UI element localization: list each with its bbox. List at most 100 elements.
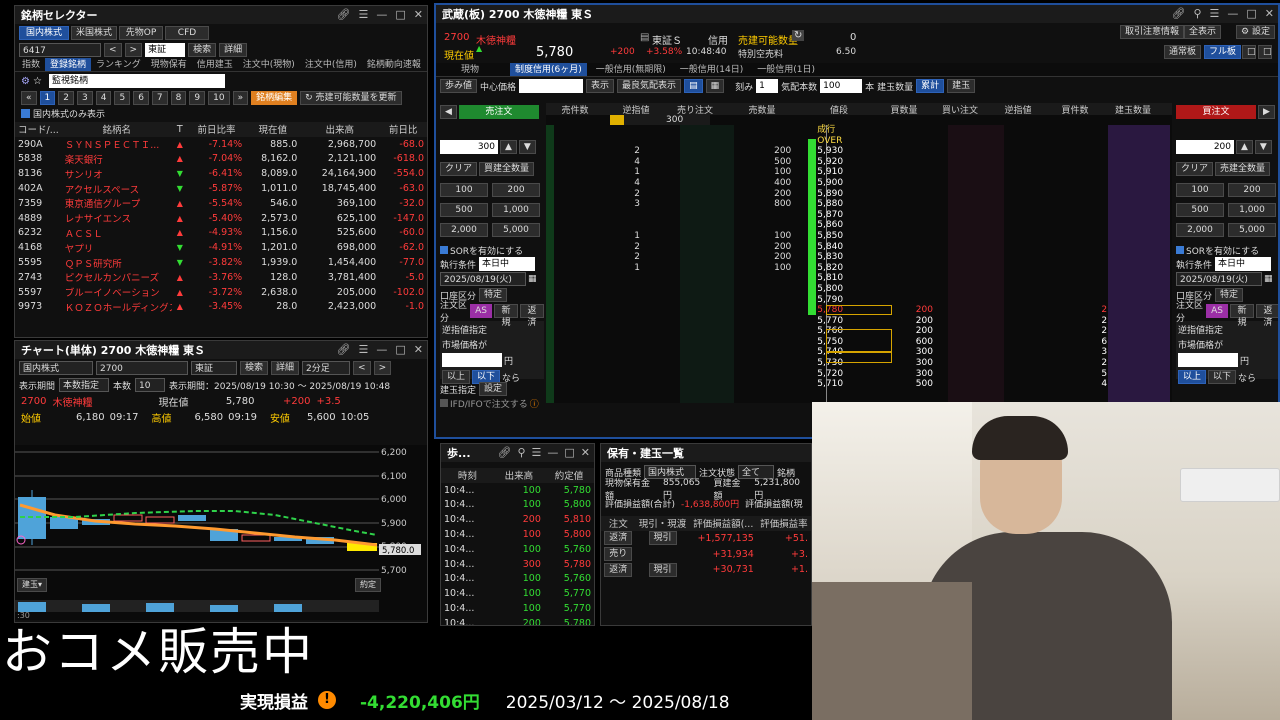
col-name[interactable]: 銘柄名 bbox=[61, 122, 172, 137]
chart-market-select[interactable]: 国内株式 bbox=[19, 361, 93, 375]
subtab-index[interactable]: 指数 bbox=[17, 58, 45, 71]
col-rate[interactable]: 前日比率 bbox=[187, 122, 246, 137]
sell-lot-200[interactable]: 200 bbox=[492, 183, 540, 197]
subtab-cash-holding[interactable]: 現物保有 bbox=[146, 58, 192, 71]
page-8[interactable]: 8 bbox=[170, 91, 187, 105]
table-row[interactable]: 4168 ヤプリ ▼ -4.91% 1,201.0 698,000 -62.0 bbox=[15, 240, 427, 255]
page-last[interactable]: » bbox=[232, 91, 249, 105]
table-row[interactable]: 8136 サンリオ ▼ -6.41% 8,089.0 24,164,900 -5… bbox=[15, 166, 427, 181]
buy-clear-button[interactable]: クリア bbox=[1176, 162, 1214, 176]
table-row[interactable]: 5595 ＱＰＳ研究所 ▼ -3.82% 1,939.0 1,454,400 -… bbox=[15, 255, 427, 270]
holding-row[interactable]: 返済 現引 +30,731 +1. bbox=[601, 562, 811, 578]
buy-date-input[interactable]: 2025/08/19(火) bbox=[1176, 272, 1262, 286]
maximize-icon[interactable]: □ bbox=[564, 446, 574, 459]
ask-row[interactable]: 2 200 5,830 bbox=[546, 252, 1172, 263]
ask-row[interactable]: 4 500 5,920 bbox=[546, 157, 1172, 168]
ask-row[interactable]: 1 100 5,820 bbox=[546, 263, 1172, 274]
sell-close-button[interactable]: 返済 bbox=[519, 304, 544, 328]
tab-margin-6m[interactable]: 制度信用(6ヶ月) bbox=[510, 63, 587, 76]
display-button[interactable]: 表示 bbox=[586, 79, 615, 93]
link-icon[interactable]: 🔗︎ bbox=[1171, 7, 1185, 20]
buy-new-button[interactable]: 新規 bbox=[1229, 304, 1254, 328]
col-price[interactable]: 現在値 bbox=[245, 122, 301, 137]
subtab-pending-cash[interactable]: 注文中(現物) bbox=[238, 58, 300, 71]
position-toggle-button[interactable]: 建玉▾ bbox=[17, 578, 48, 592]
holding-row[interactable]: 売り +31,934 +3. bbox=[601, 546, 811, 563]
ask-row[interactable]: 5,860 bbox=[546, 220, 1172, 231]
holding-action-button[interactable]: 返済 bbox=[604, 531, 633, 546]
bid-row[interactable]: 5,720 300 5 bbox=[546, 369, 1172, 380]
ask-row[interactable]: OVER bbox=[546, 136, 1172, 147]
close-icon[interactable]: ✕ bbox=[414, 8, 423, 21]
subtab-ranking[interactable]: ランキング bbox=[91, 58, 146, 71]
buy-lot-100[interactable]: 100 bbox=[1176, 183, 1224, 197]
col-change[interactable]: 前日比 bbox=[379, 122, 427, 137]
sell-qty-up[interactable]: ▲ bbox=[500, 140, 517, 154]
gear-icon[interactable]: ⚙ bbox=[21, 76, 30, 87]
ifdo-checkbox[interactable] bbox=[440, 399, 448, 407]
page-5[interactable]: 5 bbox=[114, 91, 131, 105]
buy-stop-input[interactable] bbox=[1178, 353, 1238, 367]
page-10[interactable]: 10 bbox=[208, 91, 230, 105]
full-board-button[interactable]: フル板 bbox=[1204, 45, 1242, 59]
subtab-registered[interactable]: 登録銘柄 bbox=[45, 58, 92, 71]
col-volume[interactable]: 出来高 bbox=[300, 122, 380, 137]
minimize-icon[interactable]: — bbox=[547, 446, 558, 459]
page-6[interactable]: 6 bbox=[133, 91, 149, 105]
buy-account-button[interactable]: 特定 bbox=[1215, 288, 1244, 302]
sell-qty-input[interactable]: 300 bbox=[440, 140, 498, 154]
ayumi-button[interactable]: 歩み値 bbox=[440, 79, 478, 93]
link-icon[interactable]: 🔗︎ bbox=[337, 8, 351, 21]
ask-row[interactable]: 1 100 5,910 bbox=[546, 167, 1172, 178]
ask-row[interactable]: 5,810 bbox=[546, 273, 1172, 284]
domestic-only-checkbox[interactable] bbox=[21, 108, 30, 118]
buy-lot-2000[interactable]: 2,000 bbox=[1176, 223, 1224, 237]
detail-button[interactable]: 詳細 bbox=[219, 42, 248, 57]
sell-qty-down[interactable]: ▼ bbox=[518, 140, 536, 154]
buy-order-button[interactable]: 買注文 bbox=[1176, 105, 1256, 119]
sell-exec-select[interactable]: 本日中 bbox=[479, 257, 536, 271]
table-row[interactable]: 5597 ブルーイノベーション ▲ -3.72% 2,638.0 205,000… bbox=[15, 285, 427, 300]
buy-below-button[interactable]: 以下 bbox=[1208, 370, 1237, 384]
position-button[interactable]: 建玉 bbox=[947, 79, 976, 93]
normal-board-button[interactable]: 通常板 bbox=[1164, 45, 1202, 59]
tab-general-1d[interactable]: 一般信用(1日) bbox=[752, 63, 820, 76]
all-display-button[interactable]: 全表示 bbox=[1184, 25, 1222, 39]
tab-general-14d[interactable]: 一般信用(14日) bbox=[675, 63, 748, 76]
table-row[interactable]: 6232 ＡＣＳＬ ▲ -4.93% 1,156.0 525,600 -60.0 bbox=[15, 226, 427, 241]
buy-lot-500[interactable]: 500 bbox=[1176, 203, 1224, 217]
table-row[interactable]: 290A ＳＹＮＳＰＥＣＴＩ... ▲ -7.14% 885.0 2,968,7… bbox=[15, 137, 427, 152]
sell-all-button[interactable]: 買建全数量 bbox=[479, 162, 535, 176]
page-3[interactable]: 3 bbox=[76, 91, 93, 105]
layout-icon-1[interactable]: ▤ bbox=[684, 79, 703, 93]
info-icon[interactable]: ⓘ bbox=[530, 397, 539, 410]
sell-pos-setting[interactable]: 設定 bbox=[479, 382, 508, 396]
subtab-news[interactable]: 銘柄動向速報 bbox=[362, 58, 426, 71]
chart-code-input[interactable]: 2700 bbox=[96, 361, 188, 375]
holding-delivery-button[interactable]: 現引 bbox=[648, 562, 677, 577]
best-quote-button[interactable]: 最良気配表示 bbox=[617, 79, 682, 93]
page-9[interactable]: 9 bbox=[189, 91, 206, 105]
sell-new-button[interactable]: 新規 bbox=[493, 304, 518, 328]
center-price-input[interactable] bbox=[519, 79, 584, 93]
chart-exch-select[interactable]: 東証 bbox=[191, 361, 237, 375]
table-row[interactable]: 2743 ピクセルカンパニーズ ▲ -3.76% 128.0 3,781,400… bbox=[15, 270, 427, 285]
sell-calendar-icon[interactable]: ▦ bbox=[528, 274, 537, 284]
ask-row[interactable]: 5,790 bbox=[546, 295, 1172, 306]
edit-list-button[interactable]: 銘柄編集 bbox=[251, 91, 298, 105]
period-select[interactable]: 本数指定 bbox=[59, 378, 110, 392]
ask-row[interactable]: 5,800 bbox=[546, 284, 1172, 295]
tab-domestic-stock[interactable]: 国内株式 bbox=[19, 25, 69, 40]
col-trend[interactable]: T bbox=[171, 122, 188, 137]
close-icon[interactable]: ✕ bbox=[1265, 7, 1274, 20]
buy-qty-up[interactable]: ▲ bbox=[1236, 140, 1253, 154]
sell-lot-2000[interactable]: 2,000 bbox=[440, 223, 488, 237]
tab-general-unlimited[interactable]: 一般信用(無期限) bbox=[591, 63, 671, 76]
holding-action-button[interactable]: 売り bbox=[604, 547, 633, 562]
buy-qty-input[interactable]: 200 bbox=[1176, 140, 1234, 154]
maximize-icon[interactable]: □ bbox=[395, 343, 405, 356]
close-icon[interactable]: ✕ bbox=[581, 446, 590, 459]
holding-delivery-button[interactable]: 現引 bbox=[648, 531, 677, 546]
minimize-icon[interactable]: — bbox=[376, 343, 387, 356]
trade-caution-button[interactable]: 取引注意情報 bbox=[1120, 25, 1185, 39]
